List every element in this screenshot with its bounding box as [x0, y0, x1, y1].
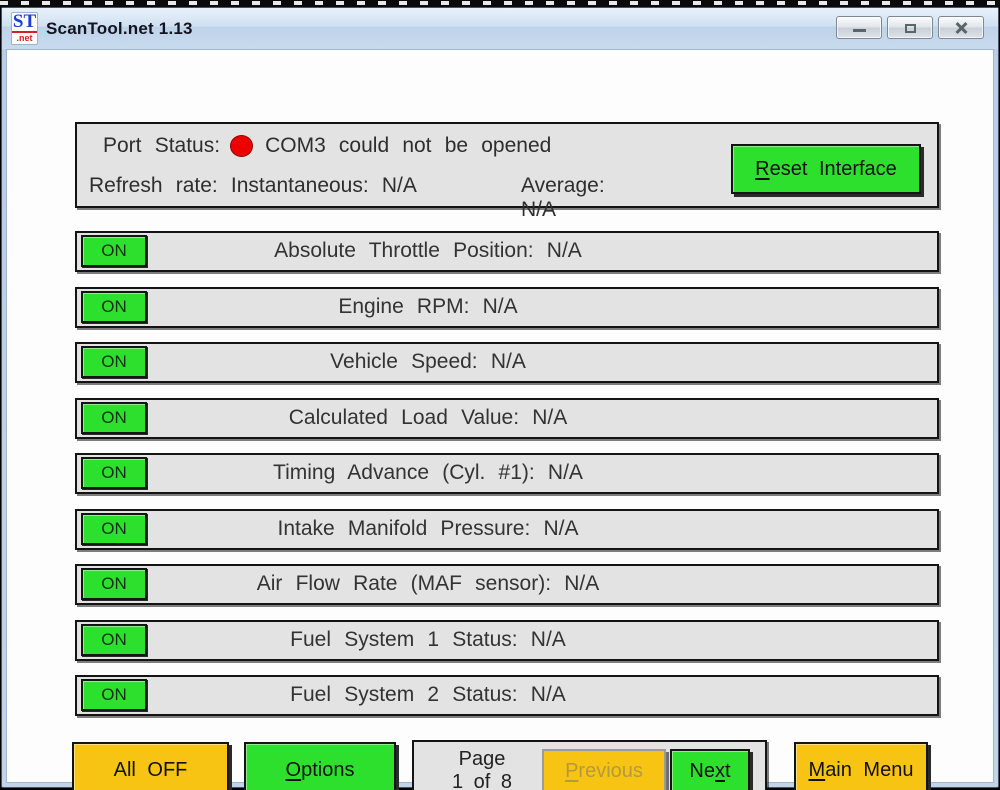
title-bar[interactable]: ST .net ScanTool.net 1.13: [2, 8, 998, 49]
sensor-row: ON Fuel System 1 Status: N/A: [75, 620, 939, 661]
sensor-row: ON Vehicle Speed: N/A: [75, 342, 939, 383]
page-word: Page: [428, 748, 536, 771]
app-icon: ST .net: [11, 12, 38, 45]
app-window: ST .net ScanTool.net 1.13 Port Status: C…: [1, 7, 999, 788]
sensor-label: Vehicle Speed: N/A: [77, 344, 937, 381]
sensor-label: Calculated Load Value: N/A: [77, 400, 937, 437]
refresh-rate-line: Refresh rate: Instantaneous: N/A Average…: [89, 174, 417, 198]
close-button[interactable]: [938, 16, 984, 39]
film-strip-artifact: [0, 0, 1000, 7]
sensor-row: ON Fuel System 2 Status: N/A: [75, 675, 939, 716]
sensor-label: Fuel System 1 Status: N/A: [77, 622, 937, 659]
sensor-label: Air Flow Rate (MAF sensor): N/A: [77, 566, 937, 603]
average-label: Average:: [521, 174, 605, 197]
page-navigation-panel: Page 1 of 8 Previous Next: [412, 740, 767, 790]
page-indicator: Page 1 of 8: [428, 748, 536, 790]
average-value: N/A: [521, 198, 556, 221]
refresh-rate-label: Refresh rate: Instantaneous:: [89, 174, 369, 197]
port-status-line: Port Status: COM3 could not be opened: [103, 134, 551, 158]
sensor-label: Absolute Throttle Position: N/A: [77, 233, 937, 270]
minimize-button[interactable]: [836, 16, 882, 39]
port-status-label: Port Status:: [103, 134, 220, 158]
maximize-button[interactable]: [887, 16, 933, 39]
sensor-row: ON Timing Advance (Cyl. #1): N/A: [75, 453, 939, 494]
client-area: Port Status: COM3 could not be opened Re…: [6, 49, 994, 783]
sensor-label: Intake Manifold Pressure: N/A: [77, 511, 937, 548]
sensor-row: ON Calculated Load Value: N/A: [75, 398, 939, 439]
port-status-panel: Port Status: COM3 could not be opened Re…: [75, 122, 939, 208]
sensor-row: ON Engine RPM: N/A: [75, 287, 939, 328]
sensor-label: Timing Advance (Cyl. #1): N/A: [77, 455, 937, 492]
screen: ST .net ScanTool.net 1.13 Port Status: C…: [0, 0, 1000, 790]
app-icon-st-text: ST: [12, 13, 37, 33]
sensor-label: Fuel System 2 Status: N/A: [77, 677, 937, 714]
previous-page-button[interactable]: Previous: [542, 749, 666, 790]
instantaneous-value: N/A: [382, 174, 417, 197]
window-controls: [836, 16, 984, 39]
minimize-icon: [853, 29, 866, 32]
app-icon-net-text: .net: [12, 33, 37, 44]
main-menu-button[interactable]: Main Menu: [794, 742, 928, 790]
sensor-row: ON Intake Manifold Pressure: N/A: [75, 509, 939, 550]
window-title: ScanTool.net 1.13: [46, 19, 193, 39]
next-page-button[interactable]: Next: [670, 749, 750, 790]
all-off-button[interactable]: All OFF: [72, 742, 229, 790]
reset-interface-button[interactable]: Reset Interface: [731, 144, 921, 194]
sensor-label: Engine RPM: N/A: [77, 289, 937, 326]
port-status-message: COM3 could not be opened: [265, 134, 551, 158]
sensor-row: ON Absolute Throttle Position: N/A: [75, 231, 939, 272]
maximize-icon: [905, 24, 916, 33]
port-status-led-icon: [230, 135, 253, 157]
close-icon: [954, 21, 968, 35]
sensor-row: ON Air Flow Rate (MAF sensor): N/A: [75, 564, 939, 605]
page-position: 1 of 8: [428, 771, 536, 790]
options-button[interactable]: Options: [244, 742, 396, 790]
